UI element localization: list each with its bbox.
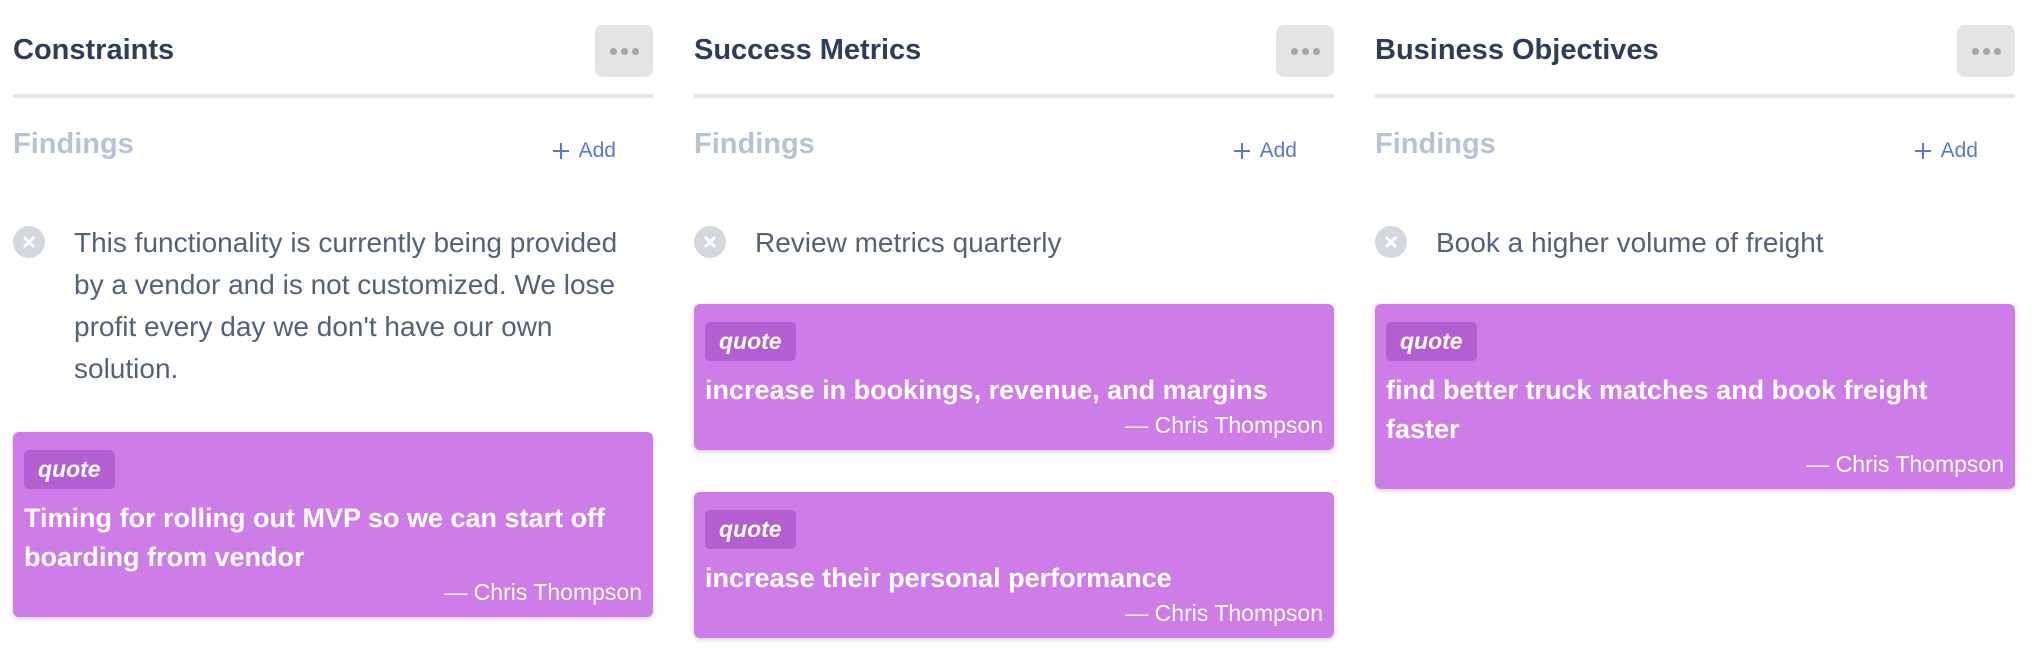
add-finding-button[interactable]: Add [551, 139, 616, 163]
section-title: Findings [13, 128, 134, 160]
findings-section-header: Findings Add [694, 98, 1334, 178]
close-circle-icon[interactable] [13, 226, 45, 258]
more-horizontal-icon-dot [620, 47, 628, 55]
quote-text: Timing for rolling out MVP so we can sta… [24, 503, 606, 572]
plus-icon [1914, 143, 1931, 159]
quote-text: find better truck matches and book freig… [1386, 375, 1928, 444]
add-finding-button[interactable]: Add [1913, 139, 1978, 163]
section-title: Findings [1375, 128, 1496, 160]
quote-card[interactable]: quote increase their personal performanc… [694, 492, 1334, 638]
close-circle-icon[interactable] [1375, 226, 1407, 258]
findings-section-header: Findings Add [1375, 98, 2015, 178]
more-options-button[interactable] [1276, 25, 1334, 77]
board: Constraints Findings Add This functional… [0, 0, 2041, 666]
more-horizontal-icon [1971, 47, 1979, 55]
column-header: Business Objectives [1375, 0, 2015, 98]
more-horizontal-icon-dot [1312, 47, 1320, 55]
quote-card[interactable]: quote Timing for rolling out MVP so we c… [13, 432, 653, 617]
quote-badge: quote [24, 450, 115, 489]
column-constraints: Constraints Findings Add This functional… [13, 0, 653, 617]
more-horizontal-icon-dot [1982, 47, 1990, 55]
add-label: Add [1259, 139, 1297, 162]
findings-section-header: Findings Add [13, 98, 653, 178]
quote-author: — Chris Thompson [1125, 600, 1323, 626]
more-options-button[interactable] [1957, 25, 2015, 77]
quote-author: — Chris Thompson [1125, 412, 1323, 438]
finding-text: Review metrics quarterly [755, 227, 1062, 258]
quote-author: — Chris Thompson [1806, 451, 2004, 477]
more-horizontal-icon-dot [631, 47, 639, 55]
finding-text: This functionality is currently being pr… [74, 227, 618, 384]
more-options-button[interactable] [595, 25, 653, 77]
quote-badge: quote [705, 510, 796, 549]
quote-text: increase their personal performance [705, 563, 1172, 593]
add-label: Add [578, 139, 616, 162]
plus-icon [1233, 143, 1250, 159]
quote-card[interactable]: quote increase in bookings, revenue, and… [694, 304, 1334, 450]
quote-card[interactable]: quote find better truck matches and book… [1375, 304, 2015, 489]
add-label: Add [1940, 139, 1978, 162]
more-horizontal-icon [609, 47, 617, 55]
more-horizontal-icon [1290, 47, 1298, 55]
column-success-metrics: Success Metrics Findings Add Review metr… [694, 0, 1334, 638]
column-title: Constraints [13, 34, 175, 66]
quote-text: increase in bookings, revenue, and margi… [705, 375, 1268, 405]
finding-text: Book a higher volume of freight [1436, 227, 1824, 258]
column-business-objectives: Business Objectives Findings Add Book a … [1375, 0, 2015, 489]
section-title: Findings [694, 128, 815, 160]
more-horizontal-icon-dot [1301, 47, 1309, 55]
plus-icon [552, 143, 569, 159]
column-title: Business Objectives [1375, 34, 1659, 66]
finding-item: Review metrics quarterly [694, 222, 1334, 264]
quote-badge: quote [1386, 322, 1477, 361]
column-title: Success Metrics [694, 34, 922, 66]
close-circle-icon[interactable] [694, 226, 726, 258]
quote-author: — Chris Thompson [444, 579, 642, 605]
column-header: Success Metrics [694, 0, 1334, 98]
finding-item: This functionality is currently being pr… [13, 222, 653, 390]
finding-item: Book a higher volume of freight [1375, 222, 2015, 264]
add-finding-button[interactable]: Add [1232, 139, 1297, 163]
column-header: Constraints [13, 0, 653, 98]
quote-badge: quote [705, 322, 796, 361]
more-horizontal-icon-dot [1993, 47, 2001, 55]
